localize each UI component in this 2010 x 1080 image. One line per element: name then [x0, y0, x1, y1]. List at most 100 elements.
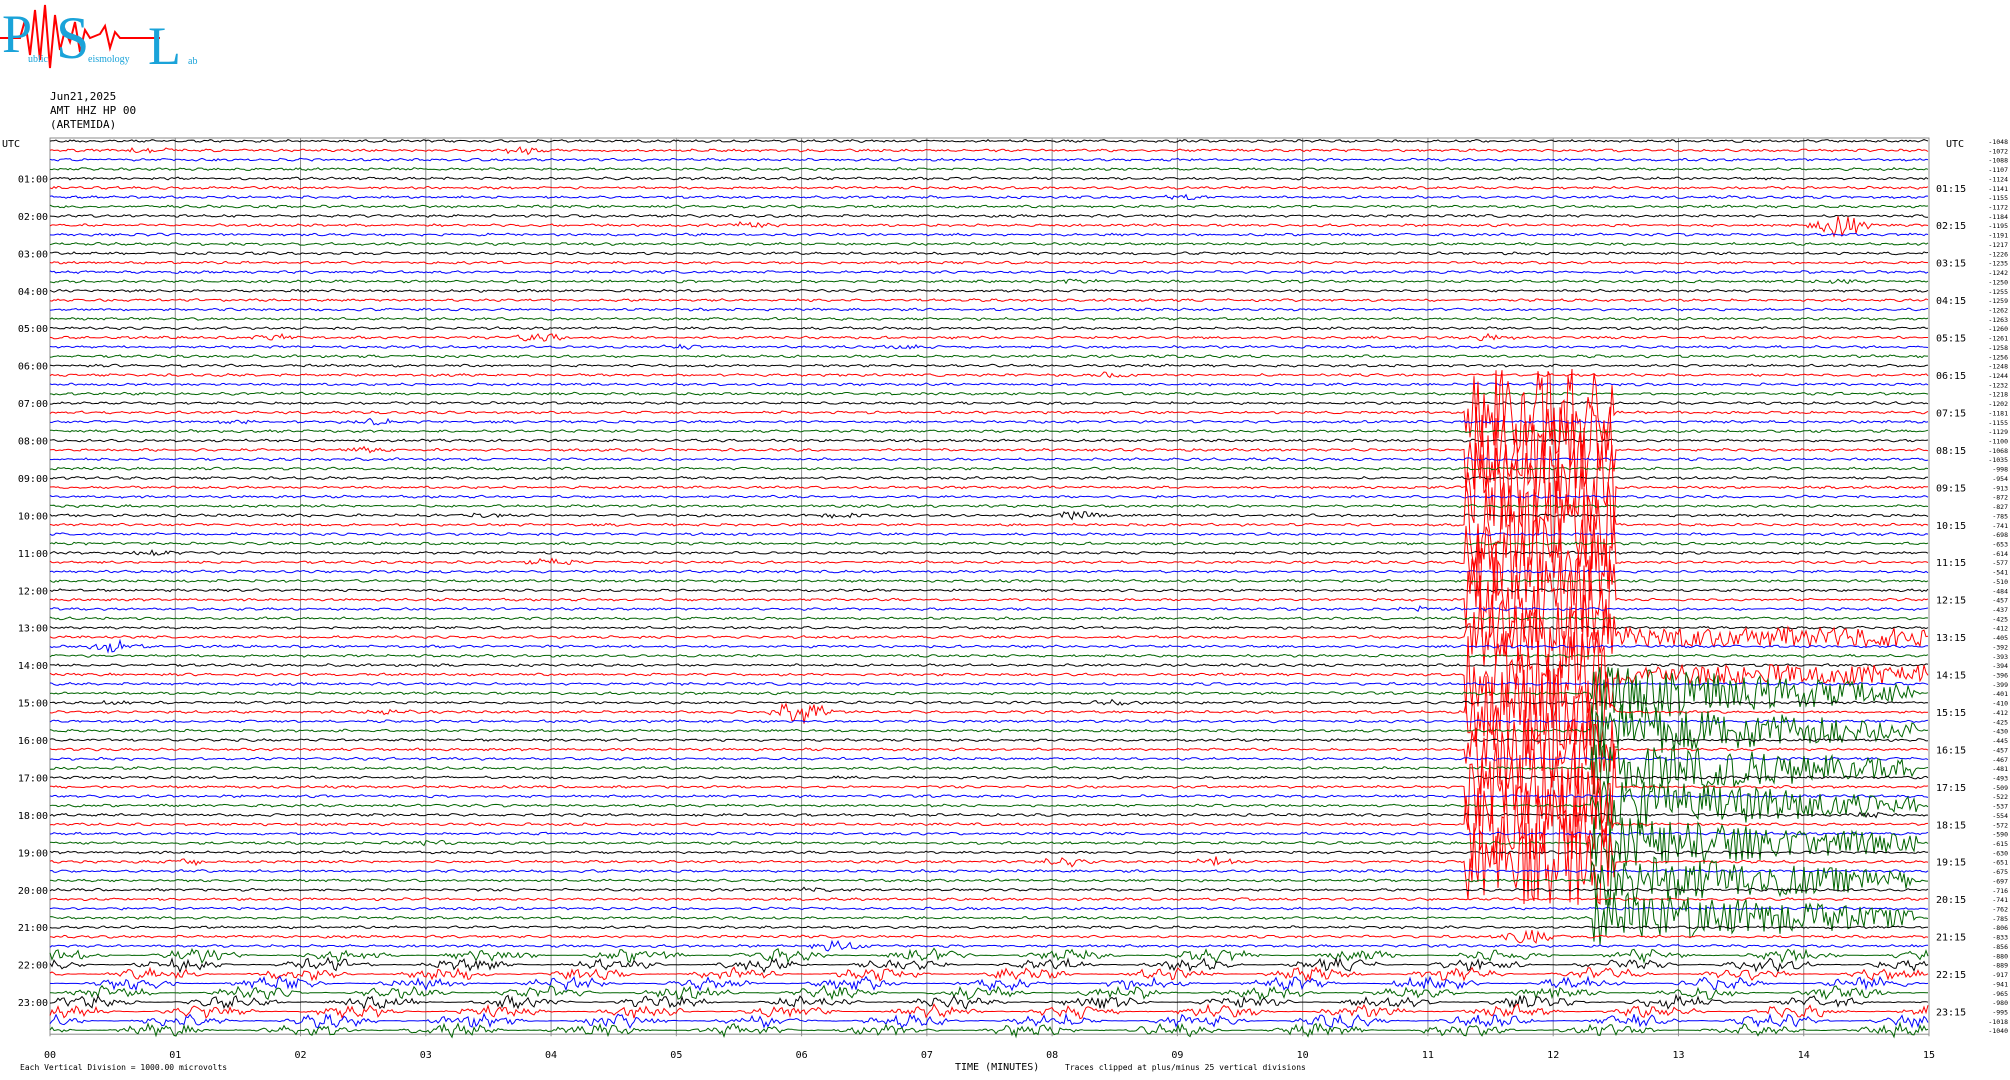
left-hour-label: 14:00: [18, 661, 48, 672]
right-offset-label: -1202: [1988, 400, 2008, 408]
right-hour-label: 19:15: [1936, 858, 1966, 869]
trace-line: [49, 939, 1928, 952]
right-offset-label: -541: [1992, 569, 2008, 577]
right-offset-label: -913: [1992, 484, 2008, 492]
trace-line: [49, 167, 1929, 172]
trace-line: [49, 503, 1929, 509]
right-offset-label: -445: [1992, 737, 2008, 745]
helicorder-plot: UTC UTC 01:00 02:00 03:00 04:00 05:00 06:00 07:0…: [2, 137, 2008, 1073]
trace-line: [49, 343, 1929, 350]
right-offset-label: -510: [1992, 578, 2008, 586]
right-offset-label: -1068: [1988, 447, 2008, 455]
left-hour-label: 11:00: [18, 549, 48, 560]
right-offset-label: -457: [1992, 746, 2008, 754]
trace-line: [49, 886, 1929, 893]
trace-line: [49, 298, 1929, 303]
left-hour-label: 06:00: [18, 362, 48, 373]
right-hour-label: 05:15: [1936, 334, 1966, 345]
trace-line: [49, 605, 1929, 612]
trace-line: [49, 241, 1929, 246]
trace-line: [49, 663, 1929, 668]
right-offset-label: -741: [1992, 896, 2008, 904]
right-offset-label: -1018: [1988, 1018, 2008, 1026]
left-hour-label: 02:00: [18, 212, 48, 223]
right-offset-label: -698: [1992, 531, 2008, 539]
right-offset-label: -716: [1992, 887, 2008, 895]
right-hour-label: 01:15: [1936, 184, 1966, 195]
trace-line: [49, 204, 1929, 209]
right-offset-label: -572: [1992, 821, 2008, 829]
right-offset-label: -457: [1992, 597, 2008, 605]
trace-line: [49, 316, 1929, 321]
left-hour-label: 20:00: [18, 886, 48, 897]
left-hour-label: 10:00: [18, 511, 48, 522]
trace-line: [49, 475, 1928, 481]
right-offset-label: -590: [1992, 831, 2008, 839]
trace-line: [49, 371, 1929, 379]
right-offset-label: -467: [1992, 756, 2008, 764]
footer-scale-note: Each Vertical Division = 1000.00 microvo…: [20, 1063, 227, 1072]
right-offset-label: -1107: [1988, 166, 2008, 174]
right-offset-label: -412: [1992, 709, 2008, 717]
trace-line: [49, 781, 1929, 831]
trace-line: [49, 541, 1929, 546]
right-offset-label: -872: [1992, 494, 2008, 502]
trace-line: [49, 442, 1929, 532]
trace-line: [49, 616, 1929, 621]
trace-line: [49, 993, 1929, 1011]
right-offset-label: -399: [1992, 681, 2008, 689]
left-hour-label: 21:00: [18, 923, 48, 934]
trace-line: [49, 816, 1929, 905]
trace-line: [49, 176, 1929, 181]
left-hour-label: 04:00: [18, 287, 48, 298]
right-hour-label: 02:15: [1936, 221, 1966, 232]
left-axis-label: UTC: [2, 139, 20, 150]
right-offset-label: -1242: [1988, 269, 2008, 277]
x-tick-label: 07: [921, 1050, 933, 1061]
trace-line: [49, 929, 1929, 944]
trace-line: [49, 906, 1929, 911]
right-offset-label: -1072: [1988, 147, 2008, 155]
right-offset-label: -405: [1992, 634, 2008, 642]
trace-line: [49, 1012, 1929, 1029]
right-offset-label: -675: [1992, 868, 2008, 876]
right-hour-label: 06:15: [1936, 371, 1966, 382]
trace-line: [49, 288, 1929, 293]
trace-line: [49, 653, 1929, 658]
right-offset-label: -522: [1992, 793, 2008, 801]
right-offset-label: -785: [1992, 512, 2008, 520]
right-offset-label: -965: [1992, 990, 2008, 998]
right-offset-label: -880: [1992, 952, 2008, 960]
right-hour-label: 22:15: [1936, 970, 1966, 981]
right-offset-label: -410: [1992, 700, 2008, 708]
trace-line: [49, 139, 1929, 143]
right-offset-label: -1259: [1988, 297, 2008, 305]
trace-line: [49, 391, 1929, 396]
trace-line: [49, 213, 1929, 218]
right-axis-label: UTC: [1946, 139, 1964, 150]
right-offset-label: -425: [1992, 718, 2008, 726]
right-offset-label: -1250: [1988, 278, 2008, 286]
trace-line: [49, 517, 1929, 608]
right-offset-label: -1263: [1988, 316, 2008, 324]
left-hour-label: 19:00: [18, 848, 48, 859]
left-hour-label: 22:00: [18, 961, 48, 972]
trace-line: [49, 704, 1929, 794]
left-hour-label: 23:00: [18, 998, 48, 1009]
right-offset-label: -1261: [1988, 335, 2008, 343]
trace-line: [49, 588, 1929, 593]
trace-line: [49, 719, 1929, 724]
right-offset-label: -1217: [1988, 241, 2008, 249]
traces: [49, 139, 1929, 1039]
trace-line: [49, 831, 1929, 836]
right-offset-label: -1226: [1988, 250, 2008, 258]
right-offset-label: -762: [1992, 906, 2008, 914]
right-offset-label: -1235: [1988, 260, 2008, 268]
trace-line: [49, 185, 1929, 190]
x-tick-label: 10: [1297, 1050, 1309, 1061]
right-offset-label: -741: [1992, 522, 2008, 530]
right-offset-label: -1129: [1988, 428, 2008, 436]
trace-line: [49, 578, 1929, 583]
right-offset-label: -1255: [1988, 288, 2008, 296]
right-offset-label: -1191: [1988, 232, 2008, 240]
